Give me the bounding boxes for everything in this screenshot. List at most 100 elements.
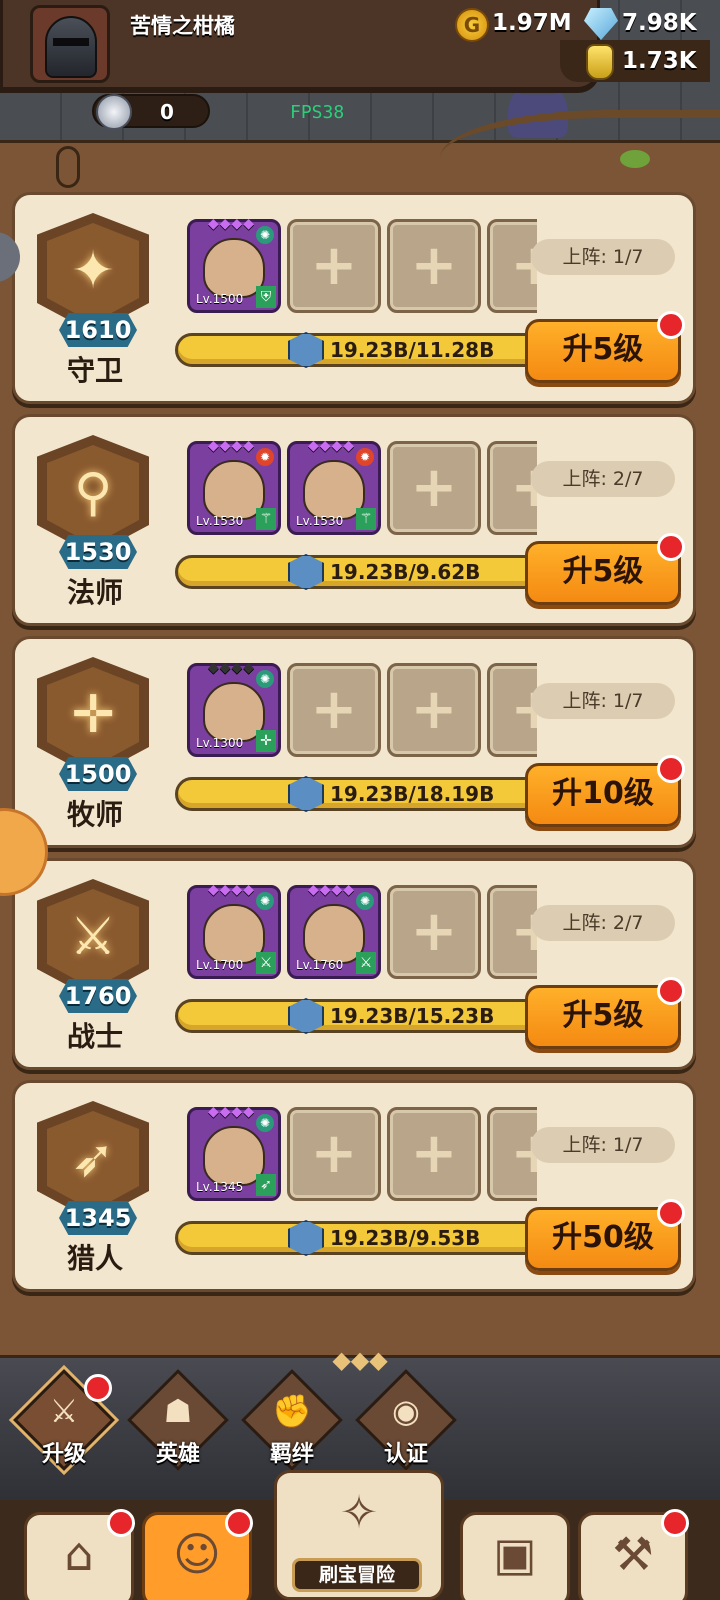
- tab-3[interactable]: ◉ 认证: [355, 1369, 457, 1471]
- notification-dot: [657, 533, 685, 561]
- hero-slot[interactable]: ◆◆◆◆ ✹ Lv.1530 ⚚: [187, 438, 281, 535]
- hero-stars: ◆◆◆◆: [308, 438, 356, 454]
- on-field-count: 上阵: 1/7: [531, 1127, 675, 1163]
- eye-icon: ◉: [392, 1392, 420, 1430]
- shield-star-icon: ✦: [71, 241, 115, 301]
- empty-hero-slot[interactable]: +: [387, 885, 481, 979]
- empty-hero-slot[interactable]: +: [487, 663, 537, 757]
- plus-icon: +: [310, 677, 358, 742]
- empty-hero-slot[interactable]: +: [387, 663, 481, 757]
- empty-hero-slot[interactable]: +: [487, 441, 537, 535]
- notification-dot: [657, 1199, 685, 1227]
- empty-hero-slot[interactable]: +: [287, 663, 381, 757]
- tab-1[interactable]: ☗ 英雄: [127, 1369, 229, 1471]
- nav-backpack[interactable]: ▣: [460, 1512, 570, 1600]
- nav-hero-portrait[interactable]: ☺: [142, 1509, 253, 1600]
- empty-hero-slot[interactable]: +: [487, 1107, 537, 1201]
- on-field-count: 上阵: 2/7: [531, 905, 675, 941]
- empty-hero-slot[interactable]: +: [387, 441, 481, 535]
- class-card: ✛ 1500 牧师 ◆◆◆◆ ✺ Lv.1300 ✛ + + + 上阵: 1/7 19.23B/18.…: [12, 636, 696, 848]
- fire-element-icon: ✹: [356, 448, 374, 466]
- empty-hero-slot[interactable]: +: [487, 885, 537, 979]
- treasure-adventure-label[interactable]: 刷宝冒险: [292, 1558, 422, 1592]
- notification-dot: [84, 1374, 112, 1402]
- rune-stone-icon: [288, 554, 324, 590]
- tab-label: 英雄: [155, 1442, 200, 1467]
- empty-hero-slot[interactable]: +: [287, 1107, 381, 1201]
- plus-icon: +: [310, 1121, 358, 1186]
- notification-dot: [107, 1509, 135, 1537]
- silver-coin-icon: [96, 94, 132, 130]
- tab-label: 羁绊: [269, 1442, 314, 1467]
- hero-level: Lv.1300: [196, 736, 244, 750]
- plus-icon: +: [310, 233, 358, 298]
- notification-dot: [657, 977, 685, 1005]
- hero-slot[interactable]: ◆◆◆◆ ✺ Lv.1300 ✛: [187, 660, 281, 757]
- leaf-decoration: [620, 150, 650, 168]
- on-field-count: 上阵: 1/7: [531, 239, 675, 275]
- class-power-badge: 1345: [59, 1201, 137, 1235]
- plus-icon: +: [410, 677, 458, 742]
- player-name: 苦情之柑橘: [130, 14, 235, 38]
- sword-icon: ⚔: [69, 907, 117, 967]
- empty-hero-slot[interactable]: +: [487, 219, 537, 313]
- hero-slot-row: ◆◆◆◆ ✺ Lv.1300 ✛ + + +: [175, 639, 537, 769]
- hero-level: Lv.1345: [196, 1180, 244, 1194]
- map-compass-icon: ✧: [339, 1485, 379, 1539]
- game-screen: { "header": { "player_name": "苦情之柑橘", "g…: [0, 0, 720, 1600]
- empty-hero-slot[interactable]: +: [387, 1107, 481, 1201]
- shield-role-icon: ⛨: [256, 286, 276, 308]
- wand-role-icon: ⚚: [356, 508, 376, 530]
- gold-amount: 1.97M: [492, 10, 572, 36]
- wand-role-icon: ⚚: [256, 508, 276, 530]
- tab-2[interactable]: ✊ 羁绊: [241, 1369, 343, 1471]
- tab-ornament: ◆◆◆: [332, 1346, 388, 1374]
- tab-label: 升级: [41, 1442, 86, 1467]
- sword-role-icon: ⚔: [356, 952, 376, 974]
- wind-element-icon: ✺: [256, 670, 274, 688]
- plus-icon: +: [510, 233, 537, 298]
- hero-slot[interactable]: ◆◆◆◆ ✺ Lv.1500 ⛨: [187, 216, 281, 313]
- hero-level: Lv.1700: [196, 958, 244, 972]
- hero-slot[interactable]: ◆◆◆◆ ✹ Lv.1530 ⚚: [287, 438, 381, 535]
- potion-icon: [586, 44, 614, 80]
- class-power-badge: 1530: [59, 535, 137, 569]
- upgrade-cost-bar: 19.23B/15.23B: [175, 998, 535, 1034]
- plus-icon: +: [410, 233, 458, 298]
- upgrade-cost-text: 19.23B/18.19B: [330, 782, 495, 806]
- hero-slot[interactable]: ◆◆◆◆ ✺ Lv.1345 ➶: [187, 1104, 281, 1201]
- rune-stone-icon: [288, 998, 324, 1034]
- player-avatar[interactable]: [30, 5, 110, 83]
- wind-element-icon: ✺: [256, 1114, 274, 1132]
- rune-stone-icon: [288, 1220, 324, 1256]
- class-card: ✦ 1610 守卫 ◆◆◆◆ ✺ Lv.1500 ⛨ + + + 上阵: 1/7 19.23B/11.…: [12, 192, 696, 404]
- hero-slot-row: ◆◆◆◆ ✺ Lv.1500 ⛨ + + +: [175, 195, 537, 325]
- tab-0[interactable]: ⚔ 升级: [13, 1369, 115, 1471]
- fire-element-icon: ✹: [256, 448, 274, 466]
- hero-level: Lv.1760: [296, 958, 344, 972]
- hero-level: Lv.1500: [196, 292, 244, 306]
- nav-shop[interactable]: ⌂: [24, 1509, 135, 1600]
- class-power-badge: 1610: [59, 313, 137, 347]
- tab-label: 认证: [383, 1442, 428, 1467]
- nav-hammer[interactable]: ⚒: [578, 1509, 689, 1600]
- gold-coin-icon: G: [455, 8, 489, 42]
- empty-hero-slot[interactable]: +: [287, 219, 381, 313]
- hero-slot[interactable]: ◆◆◆◆ ✺ Lv.1760 ⚔: [287, 882, 381, 979]
- class-card: ⚲ 1530 法师 ◆◆◆◆ ✹ Lv.1530 ⚚ ◆◆◆◆ ✹ Lv.1530 ⚚ + + 上阵: 2…: [12, 414, 696, 626]
- bow-icon: ➶: [71, 1129, 115, 1189]
- notification-dot: [661, 1509, 689, 1537]
- hero-slot-row: ◆◆◆◆ ✹ Lv.1530 ⚚ ◆◆◆◆ ✹ Lv.1530 ⚚ + +: [175, 417, 537, 547]
- hero-slot[interactable]: ◆◆◆◆ ✺ Lv.1700 ⚔: [187, 882, 281, 979]
- fps-counter: FPS38: [290, 102, 345, 123]
- empty-hero-slot[interactable]: +: [387, 219, 481, 313]
- hero-stars: ◆◆◆◆: [208, 216, 256, 232]
- rune-stone-icon: [288, 776, 324, 812]
- on-field-count: 上阵: 1/7: [531, 683, 675, 719]
- plus-icon: +: [510, 455, 537, 520]
- class-power-badge: 1500: [59, 757, 137, 791]
- fist-icon: ✊: [272, 1392, 312, 1430]
- class-card: ➶ 1345 猎人 ◆◆◆◆ ✺ Lv.1345 ➶ + + + 上阵: 1/7 19.23B/9.5…: [12, 1080, 696, 1292]
- sword-role-icon: ⚔: [256, 952, 276, 974]
- potion-amount: 1.73K: [622, 48, 697, 74]
